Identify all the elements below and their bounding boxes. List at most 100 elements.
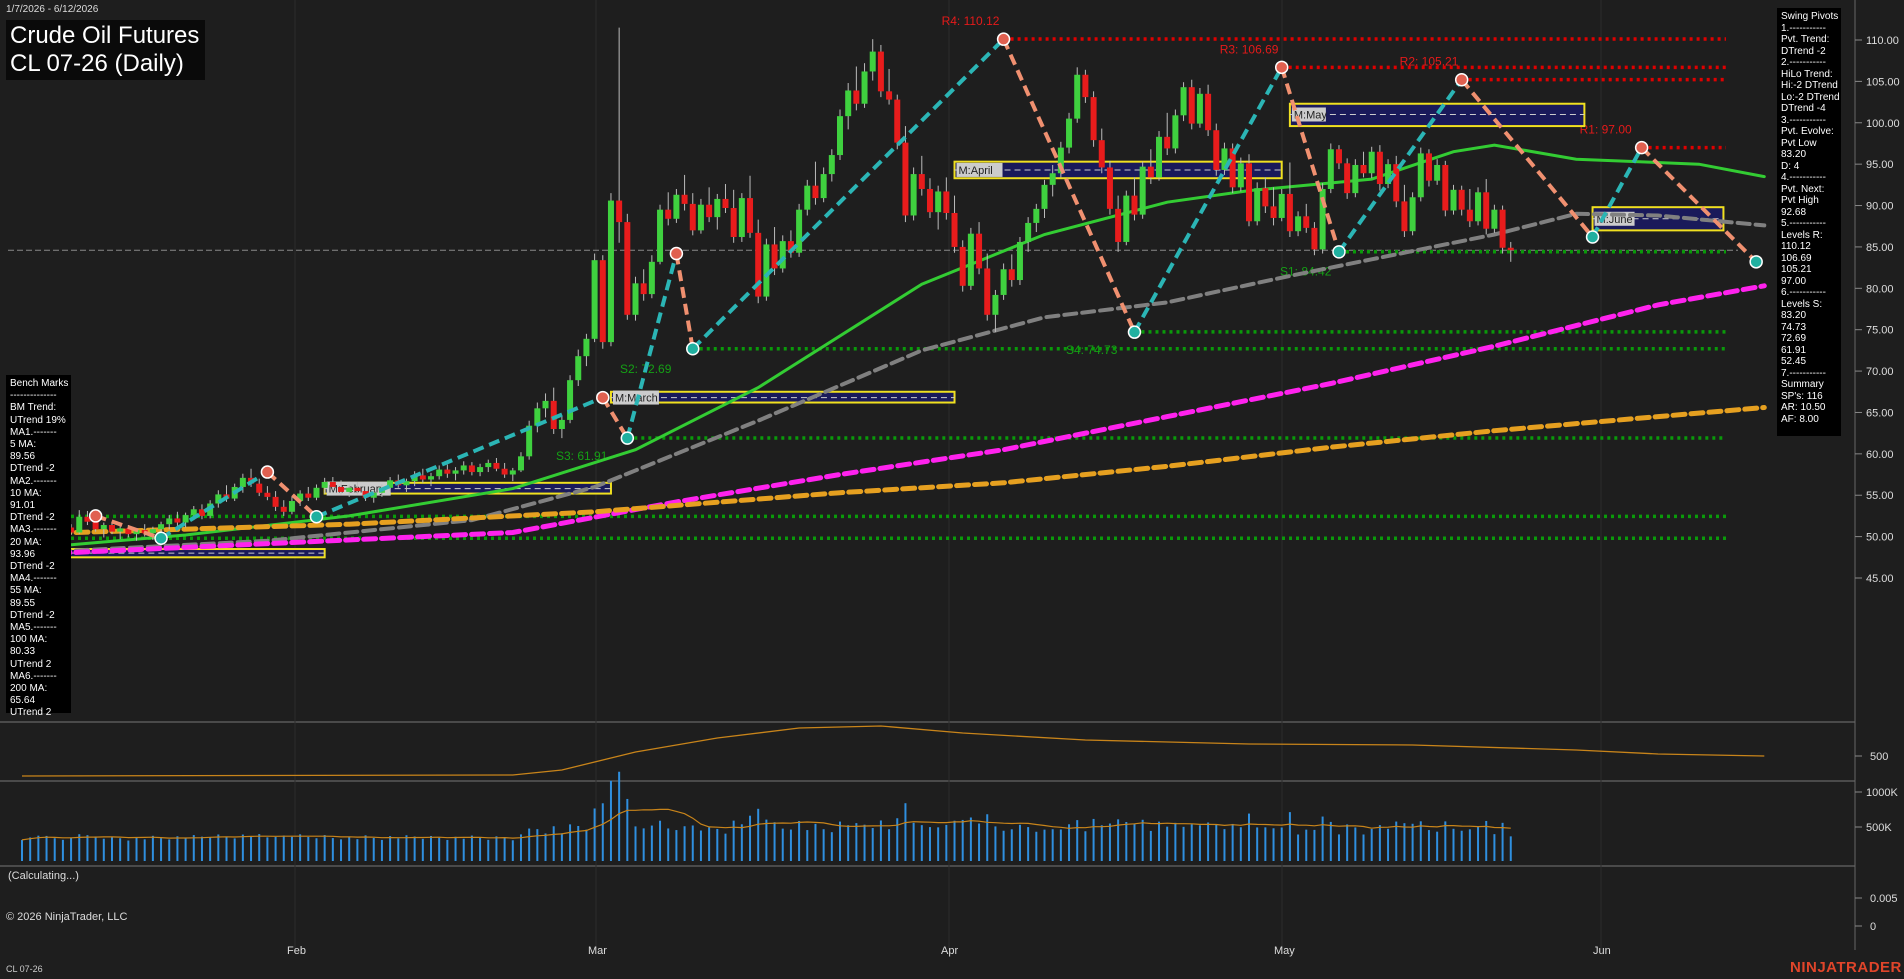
- swing-pivot-marker[interactable]: [309, 510, 324, 524]
- candle-body[interactable]: [1098, 140, 1105, 168]
- candle-body[interactable]: [1139, 166, 1146, 215]
- candle-body[interactable]: [886, 91, 893, 100]
- candle-body[interactable]: [1172, 115, 1179, 149]
- swing-pivot-marker[interactable]: [596, 390, 610, 405]
- swing-pivot-marker[interactable]: [1127, 325, 1142, 339]
- candle-body[interactable]: [1123, 195, 1130, 242]
- candle-body[interactable]: [1393, 164, 1400, 202]
- candle-body[interactable]: [1491, 209, 1498, 229]
- candle-body[interactable]: [992, 294, 999, 315]
- swing-pivot-marker[interactable]: [620, 431, 635, 445]
- candle-body[interactable]: [338, 486, 345, 492]
- candle-body[interactable]: [681, 194, 688, 204]
- candle-body[interactable]: [1368, 151, 1375, 174]
- candle-body[interactable]: [108, 525, 115, 532]
- candle-body[interactable]: [1106, 167, 1113, 209]
- candle-body[interactable]: [1016, 241, 1023, 281]
- candle-body[interactable]: [1090, 97, 1097, 141]
- candle-body[interactable]: [804, 185, 811, 210]
- candle-body[interactable]: [959, 246, 966, 286]
- candle-body[interactable]: [1008, 269, 1015, 281]
- candle-body[interactable]: [1180, 87, 1187, 116]
- candle-body[interactable]: [665, 209, 672, 219]
- candle-body[interactable]: [894, 99, 901, 143]
- swing-pivot-marker[interactable]: [996, 32, 1011, 46]
- candle-body[interactable]: [853, 90, 860, 104]
- candle-body[interactable]: [779, 241, 786, 269]
- candle-body[interactable]: [591, 260, 598, 339]
- candle-body[interactable]: [182, 515, 189, 523]
- candle-body[interactable]: [1483, 192, 1490, 229]
- candle-body[interactable]: [1327, 149, 1334, 189]
- candle-body[interactable]: [845, 90, 852, 117]
- candle-body[interactable]: [550, 400, 557, 430]
- candle-body[interactable]: [1033, 208, 1040, 223]
- swing-pivot-marker[interactable]: [1454, 72, 1469, 87]
- candle-body[interactable]: [1286, 193, 1293, 232]
- candle-body[interactable]: [1041, 184, 1048, 209]
- candle-body[interactable]: [583, 338, 590, 357]
- candle-body[interactable]: [861, 71, 868, 104]
- candle-body[interactable]: [902, 142, 909, 216]
- candle-body[interactable]: [673, 194, 680, 219]
- candle-body[interactable]: [1303, 216, 1310, 228]
- candle-body[interactable]: [517, 456, 524, 471]
- candle-body[interactable]: [1066, 118, 1073, 148]
- candle-body[interactable]: [493, 462, 500, 469]
- candle-body[interactable]: [828, 155, 835, 175]
- candle-body[interactable]: [117, 528, 124, 532]
- candle-body[interactable]: [976, 233, 983, 269]
- candle-body[interactable]: [509, 470, 516, 475]
- candle-body[interactable]: [1278, 193, 1285, 218]
- candle-body[interactable]: [190, 509, 197, 516]
- candle-body[interactable]: [935, 191, 942, 213]
- swing-pivot-marker[interactable]: [260, 465, 275, 479]
- candle-body[interactable]: [1246, 163, 1252, 222]
- candle-body[interactable]: [918, 174, 925, 189]
- swing-pivot-marker[interactable]: [669, 246, 684, 261]
- candle-body[interactable]: [657, 209, 664, 262]
- candle-body[interactable]: [1156, 136, 1163, 178]
- candle-body[interactable]: [967, 233, 974, 286]
- candle-body[interactable]: [485, 462, 492, 468]
- candle-body[interactable]: [1131, 195, 1138, 215]
- candle-body[interactable]: [1507, 247, 1514, 251]
- candle-body[interactable]: [419, 475, 426, 480]
- candle-body[interactable]: [92, 521, 99, 530]
- candle-body[interactable]: [616, 200, 623, 223]
- candle-body[interactable]: [1499, 209, 1506, 248]
- candle-body[interactable]: [1352, 164, 1359, 194]
- candle-body[interactable]: [607, 200, 614, 343]
- candle-body[interactable]: [567, 380, 574, 420]
- candle-body[interactable]: [1082, 74, 1089, 98]
- candle-body[interactable]: [632, 283, 639, 315]
- candle-body[interactable]: [697, 204, 704, 231]
- candle-body[interactable]: [1409, 197, 1416, 232]
- candle-body[interactable]: [1466, 209, 1473, 222]
- candle-body[interactable]: [1205, 93, 1212, 131]
- candle-body[interactable]: [722, 198, 729, 209]
- candle-body[interactable]: [321, 481, 328, 488]
- candle-body[interactable]: [542, 400, 549, 409]
- swing-pivot-marker[interactable]: [1332, 245, 1346, 259]
- candle-body[interactable]: [329, 481, 336, 487]
- candle-body[interactable]: [730, 208, 737, 237]
- candle-body[interactable]: [158, 524, 165, 530]
- candle-body[interactable]: [837, 116, 843, 156]
- candle-body[interactable]: [346, 487, 353, 492]
- candle-body[interactable]: [747, 198, 754, 233]
- candle-body[interactable]: [1344, 163, 1351, 194]
- price-chart[interactable]: Feb Mar Apr May Jun 45.00 50.00 55.00 60.00 65.00…: [0, 0, 1904, 979]
- candle-body[interactable]: [354, 487, 361, 492]
- candle-body[interactable]: [1417, 153, 1424, 198]
- candle-body[interactable]: [624, 222, 631, 315]
- candle-body[interactable]: [951, 212, 958, 247]
- candle-body[interactable]: [1360, 164, 1367, 174]
- candle-body[interactable]: [984, 268, 991, 315]
- candle-body[interactable]: [1049, 173, 1056, 185]
- candle-body[interactable]: [1000, 269, 1007, 295]
- candle-body[interactable]: [1458, 189, 1465, 210]
- candle-body[interactable]: [1270, 206, 1277, 218]
- candle-body[interactable]: [714, 198, 721, 218]
- candle-body[interactable]: [477, 467, 484, 473]
